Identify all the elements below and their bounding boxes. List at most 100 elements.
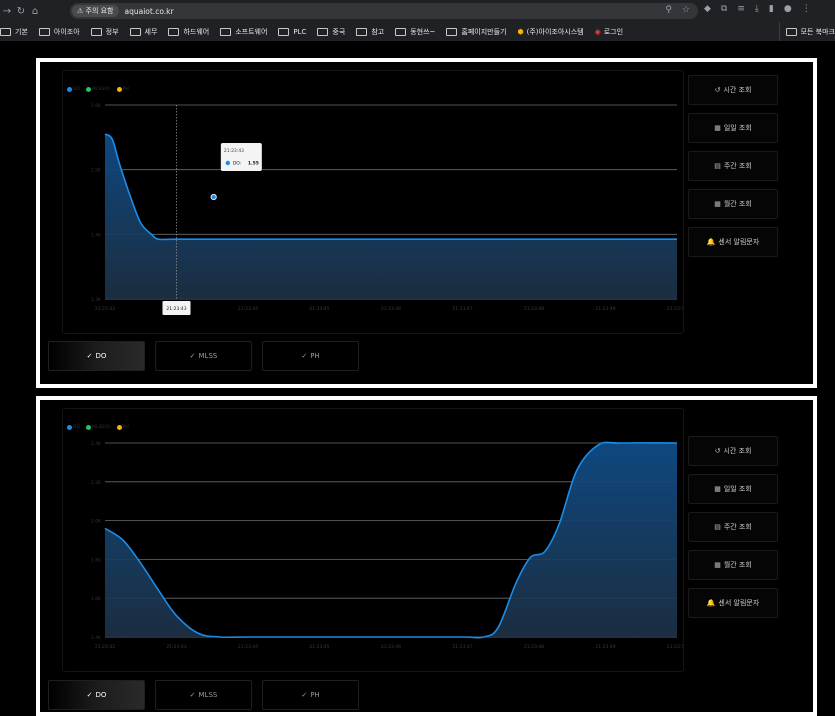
download-icon[interactable]: ⤓ bbox=[755, 4, 759, 14]
bookmark-label: 기본 bbox=[15, 27, 28, 36]
bookmark-label: 중국 bbox=[332, 27, 346, 36]
do-area-chart[interactable]: 2.4K 2.2K 2.0K 1.8K 1.6K 1.4K 21:23:42 21:23:43… bbox=[63, 409, 687, 671]
x-tick-label: 21:23:49 bbox=[595, 306, 615, 312]
x-tick-label: 21:23:46 bbox=[381, 644, 401, 650]
x-tick-label: 21:23:48 bbox=[524, 644, 544, 650]
query-button-group: ↺ 시간 조회 ▦ 일일 조회 ▤ 주간 조회 ▦ 월간 조회 🔔 센서 알림문자 bbox=[688, 75, 778, 265]
hover-point bbox=[210, 193, 217, 201]
toggle-mlss[interactable]: ✓ MLSS bbox=[155, 680, 252, 710]
button-label: 시간 조회 bbox=[723, 447, 752, 455]
weekly-query-button[interactable]: ▤ 주간 조회 bbox=[688, 512, 778, 542]
bookmark-item[interactable]: 아이조아 bbox=[38, 27, 80, 37]
legend-item-mlss[interactable]: MLSS(X) bbox=[86, 425, 111, 430]
puzzle-icon[interactable]: ⧉ bbox=[721, 4, 727, 14]
toggle-do[interactable]: ✓ DO bbox=[48, 680, 145, 710]
legend-item-do[interactable]: DO bbox=[67, 87, 80, 92]
bookmark-item[interactable]: 동현쓰~ bbox=[395, 27, 435, 37]
address-bar[interactable]: ⚠ 주의 요함 aquaiot.co.kr ⚲ ☆ bbox=[70, 3, 698, 19]
legend-dot-icon bbox=[116, 87, 122, 92]
sensor-alert-sms-button[interactable]: 🔔 센서 알림문자 bbox=[688, 588, 778, 618]
sensor-alert-sms-button[interactable]: 🔔 센서 알림문자 bbox=[688, 227, 778, 257]
legend-label: PH bbox=[122, 87, 129, 92]
legend-dot-icon bbox=[86, 425, 92, 430]
bookmark-label: (주)아이조아시스템 bbox=[526, 27, 584, 36]
y-tick-label: 1.5K bbox=[91, 168, 102, 174]
calendar-week-icon: ▤ bbox=[714, 523, 721, 531]
bookmark-item[interactable]: 홈페이지만들기 bbox=[446, 27, 506, 37]
legend-item-mlss[interactable]: MLSS(X) bbox=[86, 87, 111, 92]
bell-icon: 🔔 bbox=[706, 599, 716, 607]
toggle-label: DO bbox=[95, 352, 107, 360]
x-tick-label: 21:23:42 bbox=[95, 306, 115, 312]
bookmark-item[interactable]: 소프트웨어 bbox=[220, 27, 267, 37]
extension-icon[interactable]: ◆ bbox=[704, 4, 711, 14]
monthly-query-button[interactable]: ▦ 월간 조회 bbox=[688, 189, 778, 219]
bookmarks-bar: 기본 아이조아 정부 세무 하드웨어 소프트웨어 PLC 중국 참고 동현쓰~ … bbox=[0, 22, 835, 42]
legend-dot-icon bbox=[67, 87, 72, 92]
chart-container: DO MLSS(X) PH 1.6K 1.5K 1.4K 1.3K 21:23:42 21… bbox=[62, 70, 687, 334]
y-tick-label: 2.4K bbox=[91, 441, 102, 447]
reading-list-icon[interactable]: ≡ bbox=[737, 4, 745, 14]
menu-icon[interactable]: ⋮ bbox=[802, 4, 811, 14]
do-area-chart[interactable]: 1.6K 1.5K 1.4K 1.3K 21:23:42 21:23:43 21:23:44… bbox=[63, 71, 687, 333]
toggle-ph[interactable]: ✓ PH bbox=[262, 341, 359, 371]
bookmark-item[interactable]: 기본 bbox=[0, 27, 28, 37]
reload-icon[interactable]: ↻ bbox=[14, 6, 28, 17]
history-icon: ↺ bbox=[714, 447, 721, 455]
x-tick-label: 21:23:47 bbox=[452, 644, 472, 650]
tooltip-series: DO: bbox=[233, 161, 241, 167]
side-panel-icon[interactable]: ▮ bbox=[769, 4, 774, 14]
sensor-panel-2: DO MLSS(X) PH 2.4K 2.2K 2.0K 1.8K 1.6K 1.4K 21… bbox=[36, 396, 817, 716]
series-toggle-group: ✓ DO ✓ MLSS ✓ PH bbox=[48, 680, 359, 710]
bookmark-item[interactable]: ⬢ (주)아이조아시스템 bbox=[517, 27, 583, 37]
check-icon: ✓ bbox=[301, 691, 308, 699]
bookmark-item[interactable]: 세무 bbox=[129, 27, 158, 37]
x-tick-label: 21:23:50 bbox=[667, 306, 683, 312]
daily-query-button[interactable]: ▦ 일일 조회 bbox=[688, 113, 778, 143]
button-label: 일일 조회 bbox=[723, 485, 752, 493]
folder-icon bbox=[278, 27, 290, 36]
series-toggle-group: ✓ DO ✓ MLSS ✓ PH bbox=[48, 341, 359, 371]
bookmark-label: 로그인 bbox=[603, 27, 624, 36]
series-area-do bbox=[105, 134, 677, 299]
profile-avatar-icon[interactable]: ● bbox=[784, 4, 792, 14]
bell-icon: 🔔 bbox=[706, 238, 716, 246]
x-tick-label: 21:23:48 bbox=[524, 306, 544, 312]
legend-item-ph[interactable]: PH bbox=[116, 425, 129, 430]
bookmark-star-icon[interactable]: ☆ bbox=[682, 5, 690, 15]
bookmark-item[interactable]: ◉ 로그인 bbox=[595, 27, 623, 37]
check-icon: ✓ bbox=[86, 691, 93, 699]
calendar-month-icon: ▦ bbox=[714, 200, 721, 208]
home-icon[interactable]: ⌂ bbox=[28, 6, 42, 17]
toggle-mlss[interactable]: ✓ MLSS bbox=[155, 341, 252, 371]
check-icon: ✓ bbox=[86, 352, 93, 360]
bookmark-label: 세무 bbox=[144, 27, 158, 36]
toggle-ph[interactable]: ✓ PH bbox=[262, 680, 359, 710]
toggle-do[interactable]: ✓ DO bbox=[48, 341, 145, 371]
bookmark-item[interactable]: 중국 bbox=[317, 27, 345, 37]
monthly-query-button[interactable]: ▦ 월간 조회 bbox=[688, 550, 778, 580]
zoom-icon[interactable]: ⚲ bbox=[665, 5, 672, 15]
bookmark-item[interactable]: 하드웨어 bbox=[168, 27, 209, 37]
forward-arrow-icon[interactable]: → bbox=[0, 6, 14, 17]
button-label: 시간 조회 bbox=[723, 86, 752, 94]
legend-item-do[interactable]: DO bbox=[67, 425, 80, 430]
time-query-button[interactable]: ↺ 시간 조회 bbox=[688, 436, 778, 466]
bookmark-item[interactable]: 참고 bbox=[356, 27, 384, 37]
daily-query-button[interactable]: ▦ 일일 조회 bbox=[688, 474, 778, 504]
weekly-query-button[interactable]: ▤ 주간 조회 bbox=[688, 151, 778, 181]
site-favicon-icon: ⬢ bbox=[517, 27, 524, 36]
all-bookmarks[interactable]: 모든 북마크 bbox=[778, 22, 835, 41]
time-query-button[interactable]: ↺ 시간 조회 bbox=[688, 75, 778, 105]
chart-legend: DO MLSS(X) PH bbox=[67, 425, 129, 430]
security-warning-chip[interactable]: ⚠ 주의 요함 bbox=[72, 5, 119, 17]
legend-dot-icon bbox=[67, 425, 72, 430]
y-tick-label: 1.4K bbox=[91, 635, 102, 641]
bookmark-item[interactable]: 정부 bbox=[90, 27, 119, 37]
legend-item-ph[interactable]: PH bbox=[116, 87, 129, 92]
bookmark-item[interactable]: PLC bbox=[278, 27, 306, 36]
folder-icon bbox=[446, 27, 458, 36]
toggle-label: DO bbox=[95, 691, 107, 699]
folder-icon bbox=[0, 27, 11, 36]
legend-label: DO bbox=[73, 425, 81, 430]
